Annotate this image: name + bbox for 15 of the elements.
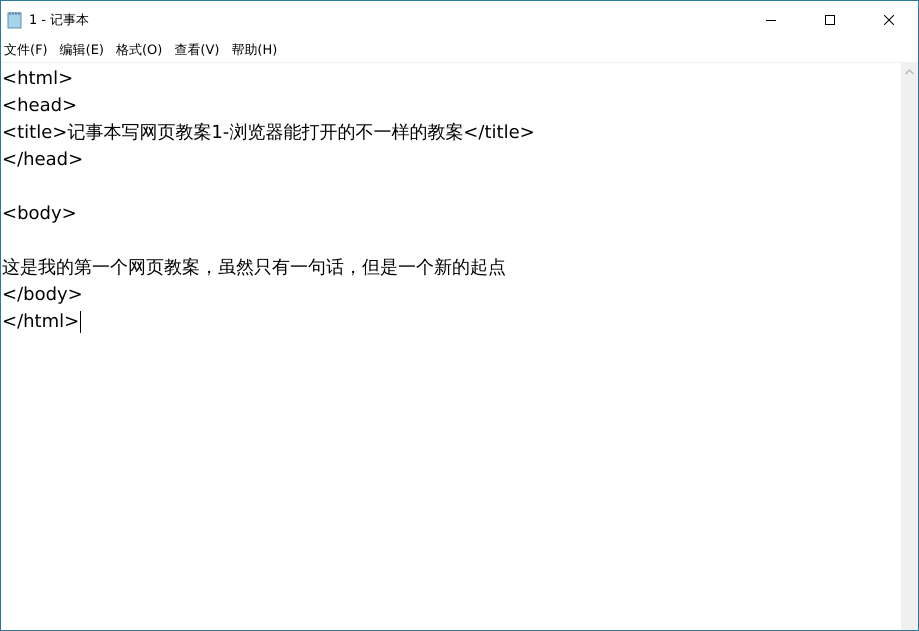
editor-text-line: </html> [2, 310, 80, 334]
menu-item[interactable]: 文件(F) [1, 41, 51, 59]
vertical-scrollbar[interactable] [901, 63, 918, 630]
text-editor[interactable]: <html> <head> <title>记事本写网页教案1-浏览器能打开的不一样的教案</title> </head> <body> 这是我的第一个网页教案，虽然只有一句话，但是一个新的起点 </body> </html> [1, 63, 901, 630]
close-icon [884, 14, 894, 24]
editor-text: <html> <head> <title>记事本写网页教案1-浏览器能打开的不一样的教案</title> </head> <body> 这是我的第一个网页教案，虽然只有一句话，但是一个新的起点 </body> [2, 67, 535, 307]
window-title: 1 - 记事本 [29, 12, 90, 28]
menu-item[interactable]: 格式(O) [112, 41, 166, 59]
menu-item[interactable]: 编辑(E) [56, 41, 107, 59]
text-caret [80, 310, 82, 332]
scroll-up-icon[interactable] [905, 69, 914, 75]
menu-item[interactable]: 查看(V) [171, 41, 222, 59]
menu-item[interactable]: 帮助(H) [228, 41, 280, 59]
maximize-icon [824, 14, 834, 24]
notepad-icon [7, 10, 23, 28]
